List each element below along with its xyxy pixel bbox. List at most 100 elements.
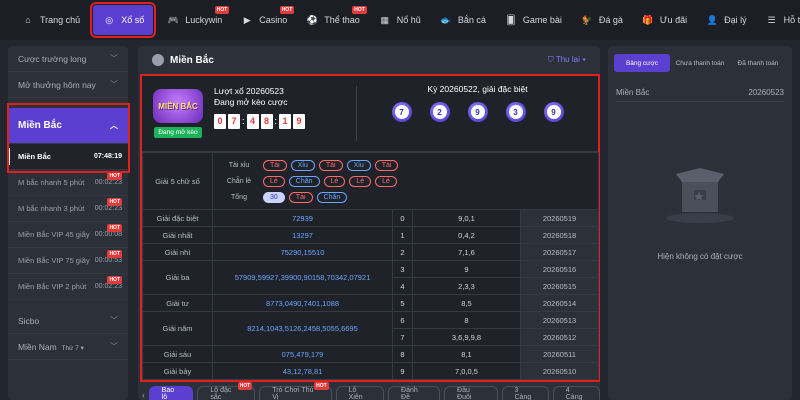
nav-item-6[interactable]: 🐟 Bắn cá (430, 0, 495, 40)
nav-item-11[interactable]: ☰Hỗ trợ (756, 0, 800, 40)
rooster-icon: 🐓 (581, 14, 593, 25)
gamepad-icon: 🎮 (167, 14, 179, 25)
draw-result-box: MIỀN BẮC Đang mở kèo Lượt xổ 20260523 Đa… (140, 74, 600, 382)
prize-value: 57909,59927,39900,90158,70342,07921 (212, 260, 393, 295)
nav-item-4[interactable]: ⚽ Thể thao HOT (296, 0, 369, 40)
head-values: 8,1 (412, 345, 521, 363)
home-icon: ⌂ (25, 15, 31, 25)
sidebar-sub-item[interactable]: Miền Bắc VIP 2 phút 00:02:23 HOT (8, 274, 128, 300)
sidebar-group-mien-bac[interactable]: Miền Bắc ︿ (8, 108, 128, 144)
timer-digit: 7 (228, 114, 240, 129)
prize-name: Giải nhì (142, 243, 213, 261)
sidebar-item-mo-thuong-hom-nay[interactable]: Mở thưởng hôm nay ﹀ (8, 72, 128, 98)
timer-digit: 0 (214, 114, 226, 129)
head-number: 4 (392, 277, 413, 295)
stat-chip: Tài (374, 159, 399, 171)
sidebar-sub-item[interactable]: Miền Bắc 07:48:19 (8, 144, 128, 170)
sidebar-item-sicbo[interactable]: Sicbo ﹀ (8, 308, 128, 334)
period-item[interactable]: 20260512 (519, 328, 600, 346)
nav-item-8[interactable]: 🐓 Đá gà (571, 0, 632, 40)
sidebar-sub-item[interactable]: Miền Bắc VIP 75 giây 00:00:53 HOT (8, 248, 128, 274)
lottery-ball-icon (152, 54, 164, 66)
chevron-up-icon: ︿ (110, 121, 118, 130)
tab-chua-thanh-toan[interactable]: Chưa thanh toán (672, 54, 728, 72)
nav-item-5[interactable]: ▦ Nổ hũ (369, 0, 430, 40)
countdown: 00:00:53 (94, 257, 122, 264)
sports-icon: ⚽ (306, 14, 318, 25)
prize-value: 75290,15510 (212, 243, 393, 261)
nav-item-0[interactable]: ⌂ Trang chủ (12, 0, 89, 40)
stats-row: Tổng 30 Tài Chẵn (219, 189, 592, 205)
countdown: 00:00:08 (94, 231, 122, 238)
nav-item-3[interactable]: ▶ Casino HOT (231, 0, 296, 40)
result-ball: 2 (429, 102, 450, 122)
prize-value: 13297 (212, 226, 393, 244)
bet-tab[interactable]: Trò Chơi Thú Vị HOT (259, 382, 332, 400)
result-ball: 9 (543, 102, 564, 122)
nav-item-9[interactable]: 🎁 Ưu đãi (632, 0, 696, 40)
prize-name: Giải ba (142, 260, 213, 295)
tab-bang-cuoc[interactable]: Bảng cược (614, 54, 670, 72)
tabs-prev-icon[interactable]: ‹ (142, 391, 145, 400)
sidebar-sub-item[interactable]: M bắc nhanh 3 phút 00:02:23 HOT (8, 196, 128, 222)
tab-da-thanh-toan[interactable]: Đã thanh toán (730, 54, 786, 72)
period-item[interactable]: 20260516 (519, 260, 600, 278)
head-number: 5 (392, 294, 413, 312)
panel-header: Miền Bắc ⛉ Thu lại ▾ (138, 46, 600, 74)
empty-message: Hiện không có đặt cược (657, 252, 743, 261)
bet-tab[interactable]: Lô Xiên (335, 386, 385, 400)
slot-icon: ▦ (380, 14, 390, 25)
collapse-button[interactable]: ⛉ Thu lại ▾ (548, 55, 586, 65)
prize-value: 075,479,179 (212, 345, 393, 363)
chevron-down-icon: ﹀ (110, 316, 118, 325)
chevron-down-icon: ﹀ (110, 80, 118, 89)
mien-bac-logo: MIỀN BẮC (153, 89, 203, 123)
prize-name: Giải năm (142, 311, 213, 346)
period-item[interactable]: 20260514 (519, 294, 600, 312)
head-number: 0 (392, 209, 413, 227)
sidebar-item-mien-nam[interactable]: Miền Nam Thứ 7 ▾ ﹀ (8, 334, 128, 360)
period-item[interactable]: 20260517 (519, 243, 600, 261)
stat-chip: 30 (263, 191, 285, 203)
sidebar-sub-item[interactable]: Miền Bắc VIP 45 giây 00:00:08 HOT (8, 222, 128, 248)
head-number: 6 (392, 311, 413, 329)
period-item[interactable]: 20260513 (519, 311, 600, 329)
result-grid: Giải 5 chữ số Tài xỉu Tài Xỉu Tài Xỉu Tài Chẵn … (142, 152, 600, 380)
countdown: 00:02:23 (94, 205, 122, 212)
hot-badge: HOT (314, 382, 329, 390)
head-values: 7,0,0,5 (412, 362, 521, 380)
bet-tab[interactable]: Đầu Đuôi (444, 386, 498, 400)
draw-status: Đang mở kèo cược (214, 97, 288, 107)
hot-badge: HOT (352, 6, 367, 14)
cards-icon: 🂠 (506, 14, 516, 25)
panel-title: Miền Bắc (170, 54, 214, 66)
lottery-panel: Miền Bắc ⛉ Thu lại ▾ MIỀN BẮC Đang mở kè… (138, 46, 600, 400)
period-item[interactable]: 20260515 (519, 277, 600, 295)
sidebar-item-cuoc-truong-long[interactable]: Cược trường long ﹀ (8, 46, 128, 72)
bet-tab[interactable]: 3 Càng (501, 386, 549, 400)
nav-item-7[interactable]: 🂠 Game bài (495, 0, 571, 40)
head-values: 3,6,9,9,8 (412, 328, 521, 346)
hot-badge: HOT (279, 6, 295, 14)
bet-period: 20260523 (748, 88, 784, 97)
nav-item-10[interactable]: 👤 Đại lý (696, 0, 756, 40)
period-item[interactable]: 20260511 (519, 345, 600, 363)
stat-chip: Chẵn (316, 191, 348, 203)
stats-row: Chẵn lẻ Lẻ Chẵn Lẻ Lẻ Lẻ (219, 173, 592, 189)
agent-icon: 👤 (706, 14, 718, 25)
nav-item-1[interactable]: ◎ Xổ số (90, 2, 157, 38)
period-item[interactable]: 20260519 (519, 209, 600, 227)
stats-row: Tài xỉu Tài Xỉu Tài Xỉu Tài (219, 157, 592, 173)
bet-tab[interactable]: 4 Càng (552, 386, 600, 400)
period-item[interactable]: 20260510 (519, 362, 600, 380)
head-number: 1 (392, 226, 413, 244)
filter-icon: ⛉ (547, 55, 556, 64)
bet-tab[interactable]: Bao lô (148, 386, 194, 400)
nav-item-2[interactable]: 🎮 Luckywin HOT (157, 0, 231, 40)
result-title: Kỳ 20260522, giải đặc biệt (427, 84, 528, 94)
bet-tab[interactable]: Lô đặc sắc HOT (197, 382, 256, 400)
sidebar-sub-item[interactable]: M bắc nhanh 5 phút 00:02:23 HOT (8, 170, 128, 196)
period-item[interactable]: 20260518 (519, 226, 600, 244)
head-number: 9 (392, 362, 413, 380)
bet-tab[interactable]: Đánh Đề (388, 386, 441, 400)
